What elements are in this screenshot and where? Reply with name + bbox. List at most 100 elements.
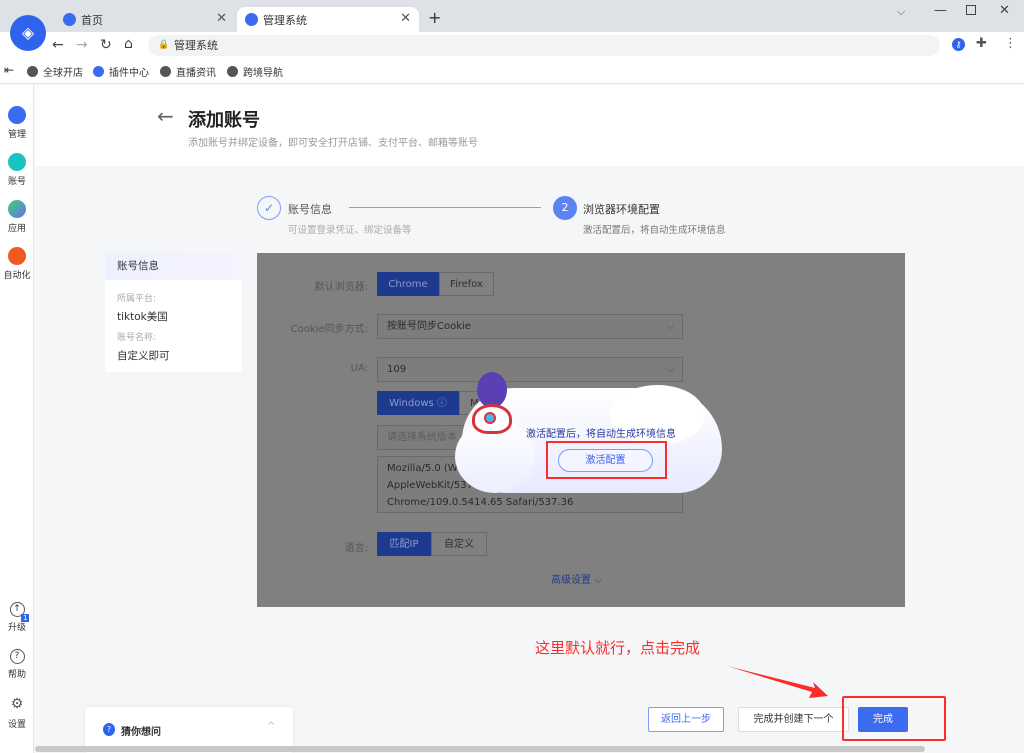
close-window-button[interactable]: ✕ [999, 3, 1010, 18]
address-bar[interactable]: 🔒 管理系统 [148, 35, 940, 56]
reload-icon[interactable]: ↻ [100, 37, 112, 53]
annotation-highlight-box [546, 441, 667, 479]
sidebar-item-settings[interactable]: ⚙ 设置 [0, 696, 34, 730]
globe-icon [160, 66, 171, 77]
tab-label: 首页 [81, 13, 103, 27]
annotation-finish-box [842, 696, 946, 741]
globe-icon [27, 66, 38, 77]
apps-icon [8, 200, 26, 218]
sidebar-label: 账号 [7, 177, 26, 187]
chevron-up-icon[interactable]: ^ [267, 721, 275, 732]
bookmark-item[interactable]: 直播资讯 [160, 64, 216, 79]
globe-icon [227, 66, 238, 77]
bookmark-label: 全球开店 [43, 68, 83, 79]
advanced-settings-toggle[interactable]: 高级设置 ⌵ [551, 571, 602, 586]
bookmark-label: 插件中心 [109, 68, 149, 79]
account-name-value: 自定义即可 [117, 350, 170, 362]
bookmark-label: 直播资讯 [176, 68, 216, 79]
shop-icon [8, 153, 26, 171]
tab-search-icon[interactable]: ⌵ [897, 5, 905, 19]
close-icon[interactable]: ✕ [216, 11, 227, 26]
bookmark-item[interactable]: 插件中心 [93, 64, 149, 79]
page-title: 添加账号 [188, 110, 260, 131]
sidebar-label: 管理 [7, 130, 26, 140]
question-icon: ? [103, 723, 115, 736]
lang-match-ip[interactable]: 匹配IP [377, 532, 431, 556]
address-text: 管理系统 [174, 39, 218, 52]
ua-value: 109 [387, 364, 407, 375]
platform-label: 所属平台: [117, 294, 157, 304]
browser-label: 默认浏览器: [314, 282, 368, 293]
new-tab-button[interactable]: + [428, 8, 441, 27]
menu-icon[interactable]: ⋮ [1004, 36, 1017, 51]
chevron-down-icon: ⌵ [594, 575, 602, 586]
sidebar-label: 设置 [7, 720, 26, 730]
step-2-number: 2 [553, 196, 577, 220]
sidebar-item-upgrade[interactable]: ↑ 1 升级 [0, 602, 34, 633]
tab-favicon [63, 13, 76, 26]
page-subtitle: 添加账号并绑定设备，即可安全打开店铺、支付平台、邮箱等账号 [188, 138, 478, 149]
sidebar-item-help[interactable]: ? 帮助 [0, 649, 34, 680]
upgrade-badge: 1 [21, 614, 30, 622]
horizontal-scrollbar[interactable] [35, 746, 925, 752]
cookie-select[interactable]: 按账号同步Cookie ⌵ [377, 314, 683, 339]
back-step-button[interactable]: 返回上一步 [648, 707, 724, 732]
back-icon[interactable]: ← [52, 37, 64, 53]
app-logo: ◈ [10, 15, 46, 51]
forward-icon[interactable]: → [76, 37, 88, 53]
rocket-mascot-icon [462, 372, 522, 442]
os-label: Windows [389, 398, 434, 409]
maximize-button[interactable] [966, 5, 976, 15]
bookmark-item[interactable]: 全球开店 [27, 64, 83, 79]
cookie-label: Cookie同步方式: [290, 324, 368, 335]
back-arrow-icon[interactable]: ← [157, 104, 174, 128]
sidebar-item-manage[interactable]: 管理 [0, 106, 34, 140]
annotation-arrow [727, 666, 828, 698]
account-info-card: 账号信息 所属平台: tiktok美国 账号名称: 自定义即可 [105, 253, 242, 372]
extensions-icon[interactable]: ✚ [976, 36, 987, 51]
language-label: 语言: [344, 543, 368, 554]
tab-favicon [245, 13, 258, 26]
bookmarks-bar: ⇤ 全球开店 插件中心 直播资讯 跨境导航 [0, 58, 1024, 84]
account-name-label: 账号名称: [117, 333, 157, 343]
ua-select[interactable]: 109 ⌵ [377, 357, 683, 382]
password-key-icon[interactable]: ⚷ [952, 38, 965, 51]
browser-firefox[interactable]: Firefox [439, 272, 494, 296]
page-header [35, 85, 1024, 166]
robot-icon [8, 247, 26, 265]
cookie-value: 按账号同步Cookie [387, 321, 471, 332]
plugin-icon [93, 66, 104, 77]
tab-home[interactable]: 首页 ✕ [55, 7, 235, 32]
browser-chrome[interactable]: Chrome [377, 272, 439, 296]
step-1-title: 账号信息 [288, 203, 332, 216]
finish-and-next-button[interactable]: 完成并创建下一个 [738, 707, 849, 732]
sidebar-label: 自动化 [3, 271, 31, 281]
step-2-title: 浏览器环境配置 [583, 203, 660, 216]
ua-line: Chrome/109.0.5414.65 Safari/537.36 [387, 497, 574, 508]
sidebar-label: 帮助 [7, 670, 26, 680]
bookmark-label: 跨境导航 [243, 68, 283, 79]
os-windows[interactable]: Windows ⓘ [377, 391, 459, 415]
bookmark-item[interactable]: 跨境导航 [227, 64, 283, 79]
card-title: 账号信息 [105, 253, 242, 280]
annotation-text: 这里默认就行，点击完成 [535, 639, 701, 657]
advanced-label: 高级设置 [551, 575, 591, 586]
sidebar-item-account[interactable]: 账号 [0, 153, 34, 187]
sidebar-item-apps[interactable]: 应用 [0, 200, 34, 234]
gear-icon: ⚙ [10, 696, 24, 712]
chevron-down-icon: ⌵ [666, 321, 674, 332]
tab-label: 管理系统 [263, 13, 307, 27]
grid-icon [8, 106, 26, 124]
arrow-shape [727, 666, 828, 698]
popup-message: 激活配置后，将自动生成环境信息 [526, 429, 676, 440]
tab-admin[interactable]: 管理系统 ✕ [237, 7, 419, 32]
exit-icon[interactable]: ⇤ [4, 63, 14, 77]
sidebar-label: 升级 [7, 623, 26, 633]
sidebar-item-automation[interactable]: 自动化 [0, 247, 34, 281]
lang-custom[interactable]: 自定义 [431, 532, 487, 556]
home-icon[interactable]: ⌂ [124, 36, 133, 52]
close-icon[interactable]: ✕ [400, 11, 411, 26]
step-1-check-icon: ✓ [257, 196, 281, 220]
minimize-button[interactable]: — [934, 3, 947, 18]
help-icon: ? [9, 649, 25, 664]
